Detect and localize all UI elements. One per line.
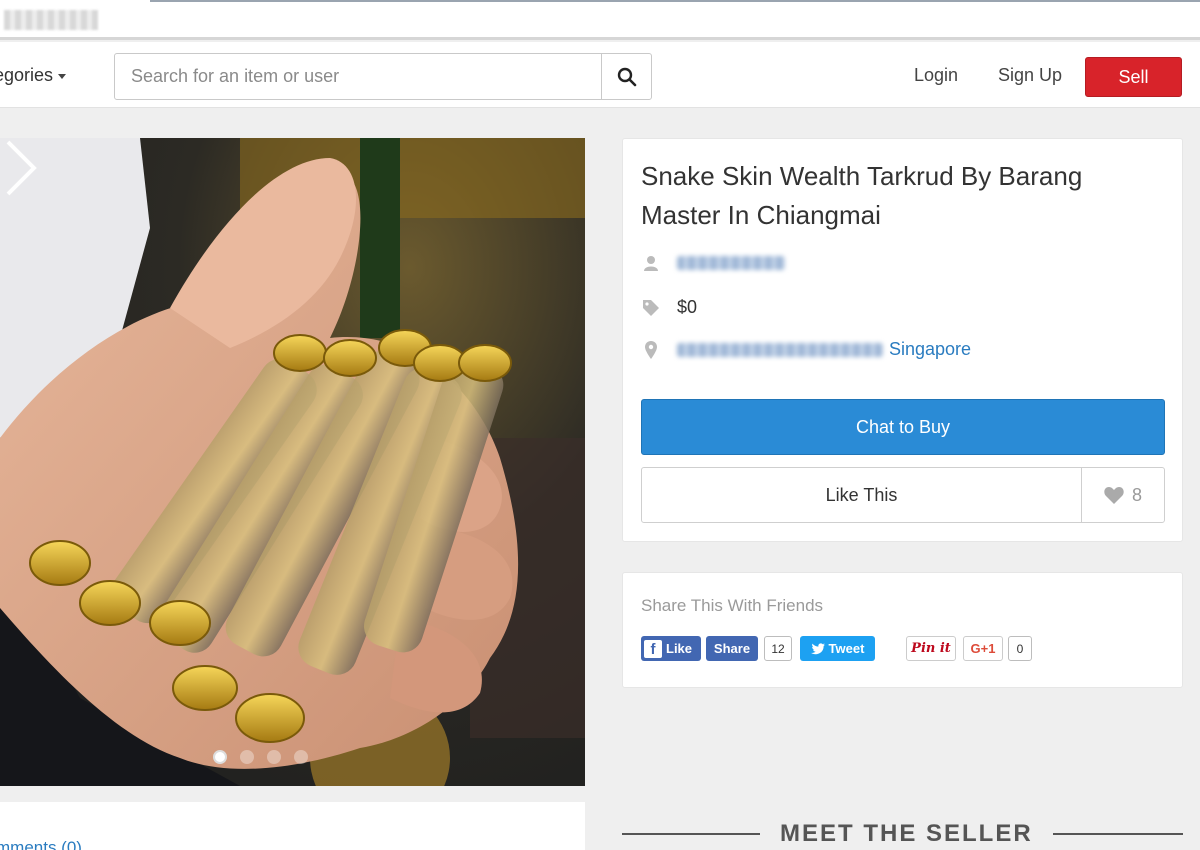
next-slide-arrow[interactable] [0,138,40,198]
product-photo[interactable] [0,138,585,786]
like-count: 8 [1131,484,1142,505]
user-icon [641,255,661,271]
like-button[interactable]: Like This [642,468,1081,522]
tweet-label: Tweet [828,641,865,656]
product-details-card: Snake Skin Wealth Tarkrud By Barang Mast… [622,138,1183,542]
tag-icon [641,299,661,317]
divider-right [1052,833,1183,835]
like-row: Like This 8 [641,467,1165,523]
seller-row [641,255,785,271]
caret-down-icon [58,73,67,79]
divider-left [622,833,760,835]
search-button[interactable] [601,54,651,99]
share-card: Share This With Friends f Like Share 12 … [622,572,1183,688]
search-bar [114,53,652,100]
tweet-button[interactable]: Tweet [800,636,875,661]
product-price: $0 [677,297,698,317]
twitter-bird-icon [810,642,825,654]
map-pin-icon [641,340,661,359]
blurred-tab-title [4,10,98,30]
slide-dot-3[interactable] [267,750,281,764]
share-title: Share This With Friends [641,596,824,615]
categories-label: egories [0,65,54,85]
heart-icon [1104,487,1124,504]
location-detail-blurred[interactable] [677,342,883,357]
location-country-link[interactable]: Singapore [889,339,971,360]
meet-the-seller-heading: MEET THE SELLER [622,818,1183,850]
product-title: Snake Skin Wealth Tarkrud By Barang Mast… [641,161,1083,230]
google-plus-button[interactable]: G+1 [963,636,1003,661]
search-input[interactable] [115,54,601,99]
browser-tab-strip [0,0,1200,40]
slide-dot-4[interactable] [294,750,308,764]
comments-link[interactable]: mments (0) [0,838,82,850]
chat-to-buy-button[interactable]: Chat to Buy [641,399,1165,455]
categories-dropdown[interactable]: egories [0,65,67,86]
meet-the-seller-label: MEET THE SELLER [780,820,1033,847]
seller-name-blurred[interactable] [677,256,785,270]
slide-dot-2[interactable] [240,750,254,764]
slide-indicators [213,750,308,764]
sell-button[interactable]: Sell [1085,57,1182,97]
product-image [0,138,585,786]
google-plus-count: 0 [1008,636,1032,661]
search-icon [617,67,636,86]
pinterest-pin-button[interactable]: Pin it [906,636,956,661]
like-count-button[interactable]: 8 [1081,468,1164,522]
facebook-share-count: 12 [764,636,792,661]
facebook-like-label: Like [666,641,693,656]
login-link[interactable]: Login [914,65,958,86]
tab-accent-line [150,0,1200,2]
facebook-like-button[interactable]: f Like [641,636,701,661]
site-header: egories Login Sign Up Sell [0,42,1200,108]
slide-dot-1[interactable] [213,750,227,764]
comments-card: mments (0) [0,802,585,850]
facebook-icon: f [644,639,662,658]
facebook-share-button[interactable]: Share [706,636,758,661]
location-row: Singapore [641,339,971,360]
price-row: $0 [641,297,697,318]
signup-link[interactable]: Sign Up [998,65,1062,86]
